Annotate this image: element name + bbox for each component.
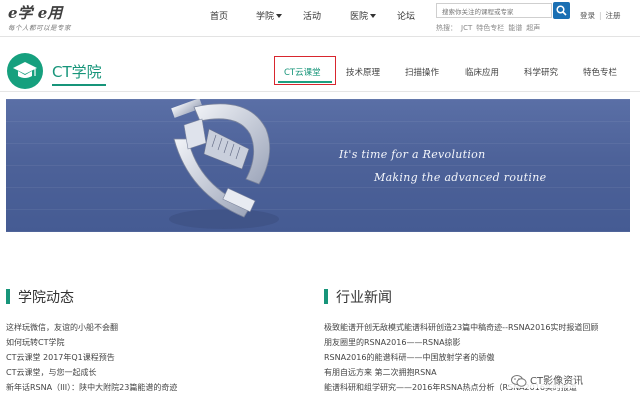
tab-technical-principles[interactable]: 技术原理 bbox=[346, 66, 380, 78]
tab-featured-column[interactable]: 特色专栏 bbox=[583, 66, 617, 78]
active-tab-highlight bbox=[274, 56, 336, 85]
search-input[interactable] bbox=[436, 3, 552, 18]
section-title: CT学院 bbox=[52, 63, 102, 81]
list-item[interactable]: 朋友圈里的RSNA2016——RSNA掠影 bbox=[324, 335, 634, 350]
nav-item-academy[interactable]: 学院 bbox=[256, 9, 283, 22]
list-item[interactable]: 新年话RSNA（III）：陕中大附院23篇能谱的奇迹 bbox=[6, 380, 306, 395]
academy-news-list: 这样玩微信，友谊的小船不会翻 如何玩转CT学院 CT云课堂 2017年Q1课程预… bbox=[6, 320, 306, 395]
list-item[interactable]: RSNA2016的能谱科研——中国放射学者的骄傲 bbox=[324, 350, 634, 365]
hot-term[interactable]: JCT bbox=[461, 24, 472, 32]
divider bbox=[0, 91, 640, 92]
list-item[interactable]: 有朋自远方来 第二次拥抱RSNA bbox=[324, 365, 634, 380]
top-bar: e学 e用 每个人都可以是专家 首页 学院 活动 医院 论坛 热搜： JCT 特色专… bbox=[0, 0, 640, 34]
header-accent-bar bbox=[324, 289, 328, 304]
caret-down-icon bbox=[276, 14, 283, 18]
wechat-icon bbox=[511, 375, 527, 387]
hot-term[interactable]: 能谱 bbox=[508, 24, 522, 32]
auth-links: 登录 | 注册 bbox=[580, 10, 621, 21]
nav-item-label: 医院 bbox=[350, 12, 369, 22]
nav-item-forum[interactable]: 论坛 bbox=[397, 9, 415, 22]
watermark-text: CT影像资讯 bbox=[530, 376, 584, 387]
hot-term[interactable]: 特色专栏 bbox=[476, 24, 504, 32]
hero-banner[interactable]: It's time for a Revolution Making the ad… bbox=[6, 99, 630, 232]
nav-item-hospitals[interactable]: 医院 bbox=[350, 9, 377, 22]
search-icon bbox=[556, 5, 567, 16]
watermark: CT影像资讯 bbox=[509, 372, 586, 388]
hot-search: 热搜： JCT 特色专栏 能谱 超声 bbox=[436, 23, 544, 33]
graduation-cap-icon bbox=[13, 62, 37, 78]
site-logo[interactable]: e学 e用 每个人都可以是专家 bbox=[8, 2, 71, 32]
list-item[interactable]: CT云课堂 2017年Q1课程预告 bbox=[6, 350, 306, 365]
nav-item-home[interactable]: 首页 bbox=[210, 9, 228, 22]
section-title-underline bbox=[52, 84, 106, 86]
search-button[interactable] bbox=[553, 2, 570, 19]
nav-item-label: 活动 bbox=[303, 12, 322, 22]
list-item[interactable]: CT云课堂，与您一起成长 bbox=[6, 365, 306, 380]
nav-item-label: 论坛 bbox=[397, 12, 416, 22]
logo-text: e学 e用 bbox=[8, 4, 63, 22]
list-item[interactable]: 极致能谱开创无敌模式能谱科研创造23篇中稿奇迹--RSNA2016实时报道回顾 bbox=[324, 320, 634, 335]
list-item[interactable]: 能谱科研和组学研究——2016年RSNA热点分析（RSNA2016实时报道 bbox=[324, 380, 634, 395]
tab-scientific-research[interactable]: 科学研究 bbox=[524, 66, 558, 78]
divider bbox=[0, 36, 640, 37]
academy-logo-icon bbox=[7, 53, 43, 89]
list-item[interactable]: 这样玩微信，友谊的小船不会翻 bbox=[6, 320, 306, 335]
banner-texture bbox=[6, 99, 630, 232]
tab-clinical-application[interactable]: 临床应用 bbox=[465, 66, 499, 78]
hot-search-label: 热搜： bbox=[436, 24, 457, 32]
industry-news-title: 行业新闻 bbox=[336, 290, 392, 306]
nav-item-events[interactable]: 活动 bbox=[303, 9, 321, 22]
register-link[interactable]: 注册 bbox=[606, 11, 621, 20]
logo-tagline: 每个人都可以是专家 bbox=[8, 24, 71, 32]
ct-scanner-image bbox=[169, 99, 279, 229]
banner-headline: It's time for a Revolution bbox=[339, 148, 486, 161]
nav-item-label: 学院 bbox=[256, 12, 275, 22]
banner-subheadline: Making the advanced routine bbox=[374, 171, 547, 184]
login-link[interactable]: 登录 bbox=[580, 11, 595, 20]
nav-item-label: 首页 bbox=[210, 12, 229, 22]
tab-scan-operation[interactable]: 扫描操作 bbox=[405, 66, 439, 78]
industry-news-list: 极致能谱开创无敌模式能谱科研创造23篇中稿奇迹--RSNA2016实时报道回顾 … bbox=[324, 320, 634, 395]
header-accent-bar bbox=[6, 289, 10, 304]
list-item[interactable]: 如何玩转CT学院 bbox=[6, 335, 306, 350]
auth-separator: | bbox=[599, 11, 602, 20]
caret-down-icon bbox=[370, 14, 377, 18]
academy-news-title: 学院动态 bbox=[18, 290, 74, 306]
hot-term[interactable]: 超声 bbox=[526, 24, 540, 32]
